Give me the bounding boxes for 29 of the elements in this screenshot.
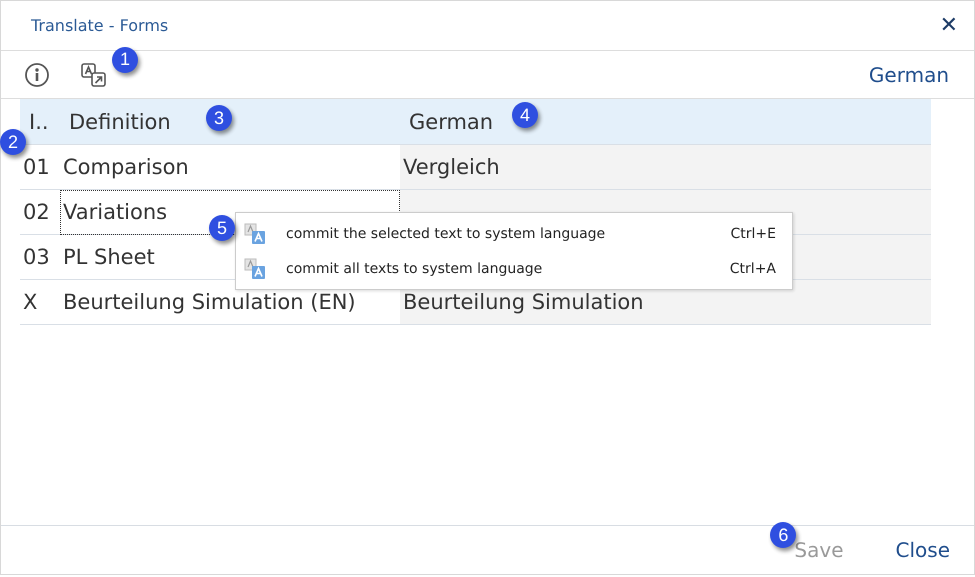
language-label: German <box>868 62 949 86</box>
translate-icon <box>244 258 266 280</box>
translate-icon[interactable] <box>80 60 108 88</box>
callout-badge: 1 <box>112 46 138 72</box>
shortcut-label: Ctrl+E <box>730 226 776 242</box>
table-cell: Beurteilung Simulation <box>403 290 644 314</box>
table-cell: Vergleich <box>403 155 500 179</box>
table-cell: PL Sheet <box>63 245 155 269</box>
close-button[interactable]: ✕ <box>936 13 962 38</box>
callout-badge: 6 <box>770 522 796 548</box>
callout-badge: 5 <box>209 215 235 241</box>
callout-badge: 3 <box>206 105 232 131</box>
close-button[interactable]: Close <box>892 536 954 564</box>
table-cell: Variations <box>63 200 168 224</box>
callout-badge: 2 <box>0 129 26 155</box>
column-header[interactable]: German <box>409 110 494 134</box>
shortcut-label: Ctrl+A <box>730 260 776 276</box>
info-icon[interactable] <box>24 62 50 88</box>
table-cell: X <box>23 290 38 314</box>
table-cell: 03 <box>23 245 50 269</box>
translate-icon <box>244 222 266 244</box>
window-title: Translate - Forms <box>31 16 168 35</box>
table-cell: 01 <box>23 155 50 179</box>
column-header[interactable]: Definition <box>69 110 171 134</box>
table-cell: 02 <box>23 200 50 224</box>
callout-badge: 4 <box>512 102 538 128</box>
menu-item[interactable]: commit all texts to system language <box>286 260 730 276</box>
table-cell: Beurteilung Simulation (EN) <box>63 290 356 314</box>
table-cell: Comparison <box>63 155 189 179</box>
